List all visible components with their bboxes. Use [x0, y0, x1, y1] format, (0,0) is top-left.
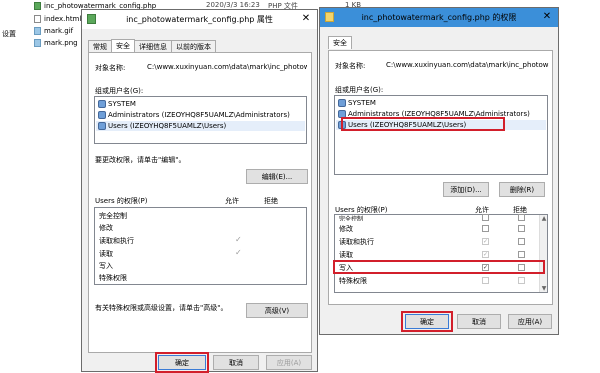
perm-row-read-execute: 读取和执行	[99, 237, 134, 245]
apply-button[interactable]: 应用(A)	[266, 355, 312, 370]
allow-special-checkbox[interactable]	[482, 277, 489, 284]
user-group-icon	[98, 111, 106, 119]
permissions-title: inc_photowatermark_config.php 的权限	[361, 13, 517, 22]
permissions-titlebar: inc_photowatermark_config.php 的权限 ✕	[320, 8, 558, 27]
permissions-tabs: 安全	[328, 36, 352, 50]
perm-row-read-execute: 读取和执行	[339, 238, 374, 246]
groups-label: 组或用户名(G):	[95, 87, 144, 95]
close-icon[interactable]: ✕	[299, 13, 313, 25]
file-row-index-html[interactable]: index.html	[34, 13, 81, 24]
security-panel: 对象名称: C:\www.xuxinyuan.com\data\mark\inc…	[88, 52, 312, 353]
properties-title: inc_photowatermark_config.php 属性	[126, 15, 273, 24]
file-name: mark.png	[44, 38, 78, 47]
folder-icon	[325, 12, 334, 22]
advanced-button[interactable]: 高级(V)	[246, 303, 308, 318]
file-row-mark-png[interactable]: mark.png	[34, 37, 78, 48]
highlight-ok-box	[155, 352, 209, 373]
deny-read-execute-checkbox[interactable]	[518, 238, 525, 245]
perm-row-full-control: 完全控制	[339, 215, 364, 222]
deny-modify-checkbox[interactable]	[518, 225, 525, 232]
user-list: SYSTEM Administrators (IZEOYHQ8F5UAMLZ\A…	[94, 96, 307, 144]
php-file-icon	[87, 14, 96, 24]
image-file-icon	[34, 38, 41, 47]
perm-row-write: 写入	[99, 262, 113, 270]
tab-general[interactable]: 常规	[88, 40, 112, 52]
allow-modify-checkbox[interactable]	[482, 225, 489, 232]
user-group-icon	[98, 100, 106, 108]
check-icon: ✓	[235, 248, 242, 257]
permission-list: 完全控制 修改 读取和执行 ✓ 读取 ✓ 写入 特殊权限	[94, 207, 307, 285]
object-name-label: 对象名称:	[95, 64, 126, 72]
image-file-icon	[34, 26, 41, 35]
perm-row-read: 读取	[339, 251, 353, 259]
php-file-icon	[34, 1, 41, 10]
cancel-button[interactable]: 取消	[213, 355, 259, 370]
list-item-selected[interactable]: Users (IZEOYHQ8F5UAMLZ\Users)	[96, 121, 305, 131]
perm-row-special: 特殊权限	[339, 277, 367, 285]
file-row-mark-gif[interactable]: mark.gif	[34, 25, 73, 36]
tab-details[interactable]: 详细信息	[134, 40, 172, 52]
properties-titlebar: inc_photowatermark_config.php 属性 ✕	[82, 10, 317, 29]
user-group-icon	[338, 99, 346, 107]
file-name: index.html	[44, 14, 82, 23]
permissions-panel: 对象名称: C:\www.xuxinyuan.com\data\mark\inc…	[328, 50, 553, 305]
change-hint: 要更改权限，请单击"编辑"。	[95, 156, 186, 164]
special-hint: 有关特殊权限或高级设置，请单击"高级"。	[95, 304, 228, 312]
close-icon[interactable]: ✕	[540, 11, 554, 23]
file-name: mark.gif	[44, 26, 74, 35]
perm-row-modify: 修改	[99, 224, 113, 232]
file-date: 2020/3/3 16:23	[206, 1, 260, 9]
object-name-value: C:\www.xuxinyuan.com\data\mark\inc_photo…	[147, 63, 307, 71]
groups-label: 组或用户名(G):	[335, 86, 384, 94]
tab-security[interactable]: 安全	[111, 39, 135, 52]
highlight-ok-box	[401, 311, 453, 332]
edit-button[interactable]: 编辑(E)...	[246, 169, 308, 184]
perm-row-full-control: 完全控制	[99, 212, 127, 220]
check-icon: ✓	[235, 235, 242, 244]
deny-special-checkbox[interactable]	[518, 277, 525, 284]
allow-read-checkbox[interactable]: ✓	[482, 251, 489, 258]
deny-read-checkbox[interactable]	[518, 251, 525, 258]
permission-list: 完全控制 修改 读取和执行 ✓ 读取 ✓ 写入 ✓ 特殊权限 ▲ ▼	[334, 214, 548, 293]
highlight-write-row	[333, 260, 545, 274]
tab-security[interactable]: 安全	[328, 36, 352, 49]
perm-row-special: 特殊权限	[99, 274, 127, 282]
tab-previous-versions[interactable]: 以前的版本	[171, 40, 216, 52]
list-item[interactable]: Administrators (IZEOYHQ8F5UAMLZ\Administ…	[98, 110, 290, 120]
permissions-label: Users 的权限(P)	[95, 197, 148, 205]
deny-full-control-checkbox[interactable]	[518, 214, 525, 221]
list-item[interactable]: SYSTEM	[98, 99, 136, 109]
permission-scrollbar[interactable]: ▲ ▼	[539, 215, 547, 292]
properties-dialog: inc_photowatermark_config.php 属性 ✕ 常规 安全…	[81, 9, 318, 373]
object-name-value: C:\www.xuxinyuan.com\data\mark\inc_photo…	[386, 61, 549, 69]
object-name-label: 对象名称:	[335, 62, 366, 70]
remove-button[interactable]: 删除(R)	[499, 182, 545, 197]
apply-button[interactable]: 应用(A)	[508, 314, 552, 329]
allow-header: 允许	[225, 197, 239, 205]
scroll-up-icon[interactable]: ▲	[540, 215, 548, 222]
user-group-icon	[98, 122, 106, 130]
perm-row-read: 读取	[99, 250, 113, 258]
perm-row-modify: 修改	[339, 225, 353, 233]
allow-full-control-checkbox[interactable]	[482, 214, 489, 221]
html-file-icon	[34, 14, 41, 23]
nav-label-settings[interactable]: 设置	[2, 29, 16, 39]
highlight-users-box	[341, 117, 505, 131]
cancel-button[interactable]: 取消	[457, 314, 501, 329]
allow-read-execute-checkbox[interactable]: ✓	[482, 238, 489, 245]
permissions-dialog: inc_photowatermark_config.php 的权限 ✕ 安全 对…	[319, 7, 559, 335]
list-item[interactable]: SYSTEM	[338, 98, 376, 108]
user-list: SYSTEM Administrators (IZEOYHQ8F5UAMLZ\A…	[334, 95, 548, 175]
deny-header: 拒绝	[264, 197, 278, 205]
add-button[interactable]: 添加(D)...	[443, 182, 489, 197]
scroll-down-icon[interactable]: ▼	[540, 285, 548, 292]
